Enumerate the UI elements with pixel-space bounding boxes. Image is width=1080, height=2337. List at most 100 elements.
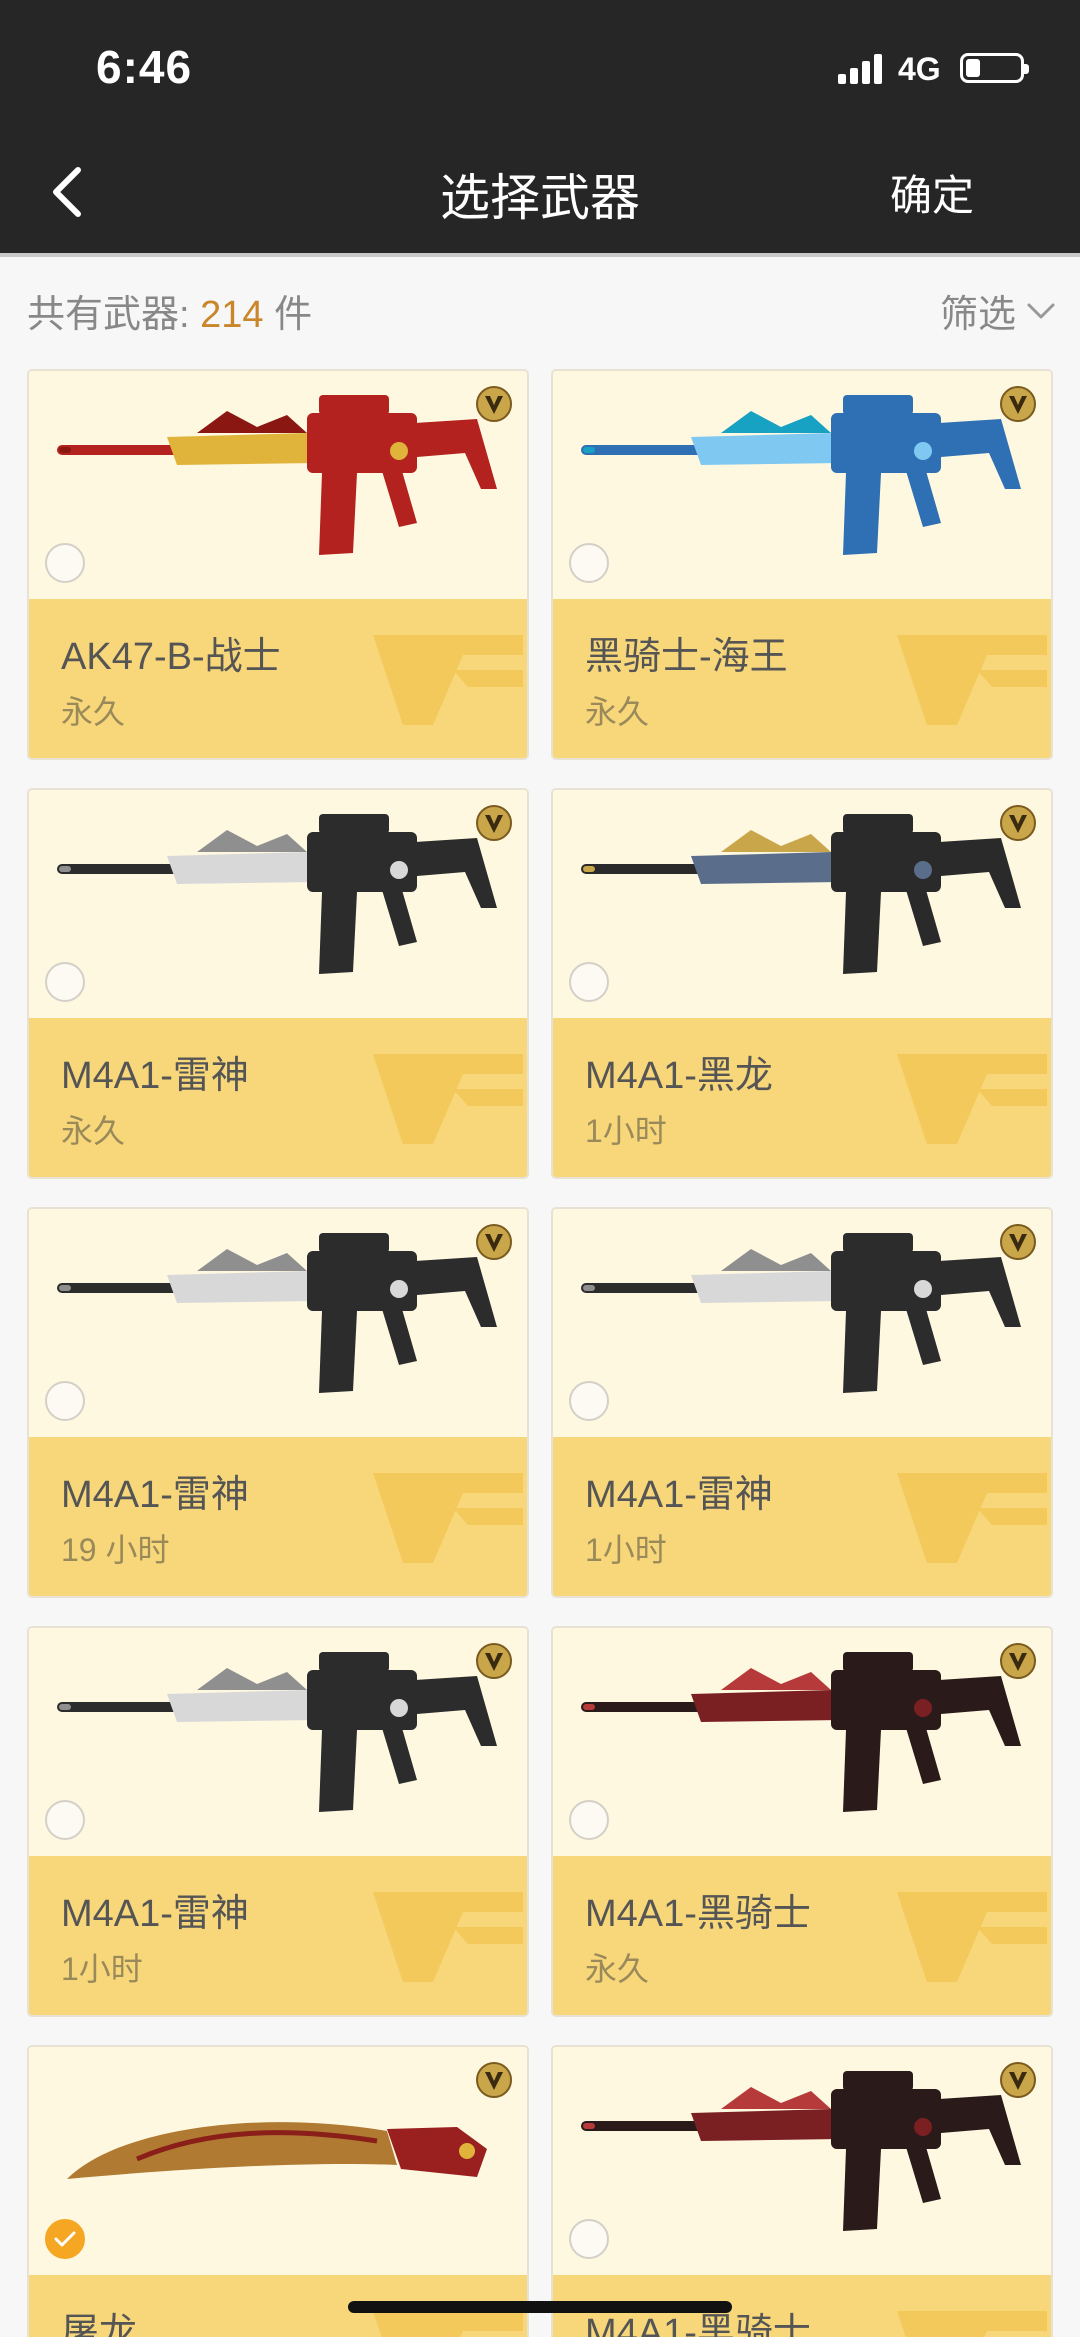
filter-label: 筛选 — [939, 294, 1016, 336]
weapon-info: M4A1-雷神 1小时 — [29, 1856, 527, 2015]
weapon-duration: 永久 — [585, 1951, 650, 1987]
weapon-count-label: 共有武器: 214 件 — [27, 283, 312, 338]
cf-logo-watermark — [373, 1054, 523, 1144]
cf-logo-watermark — [373, 635, 523, 725]
weapon-image — [581, 1652, 1021, 1812]
weapon-image-area — [553, 2047, 1051, 2275]
select-radio[interactable] — [45, 962, 85, 1002]
weapon-name: M4A1-雷神 — [585, 1474, 773, 1516]
weapon-name: M4A1-雷神 — [61, 1474, 249, 1516]
weapon-count-prefix: 共有武器: — [27, 294, 190, 336]
weapon-duration: 1小时 — [61, 1951, 143, 1987]
weapon-image-area — [29, 2047, 527, 2275]
cf-logo-watermark — [373, 1892, 523, 1982]
weapon-info: 黑骑士-海王 永久 — [553, 599, 1051, 758]
select-radio[interactable] — [569, 962, 609, 1002]
weapon-info: M4A1-雷神 永久 — [29, 1018, 527, 1177]
confirm-button[interactable]: 确定 — [890, 162, 974, 223]
cf-logo-watermark — [897, 1054, 1047, 1144]
weapon-duration: 19 小时 — [61, 1532, 170, 1568]
weapon-image-area — [29, 1628, 527, 1856]
weapon-info: M4A1-黑骑士 永久 — [553, 1856, 1051, 2015]
weapon-image-area — [29, 371, 527, 599]
weapon-image-area — [553, 371, 1051, 599]
weapon-name: M4A1-黑龙 — [585, 1055, 773, 1097]
nav-bar: 选择武器 确定 — [0, 132, 1080, 253]
select-radio[interactable] — [569, 1381, 609, 1421]
weapon-name: 黑骑士-海王 — [585, 636, 788, 678]
weapon-image — [67, 2122, 487, 2179]
status-time: 6:46 — [96, 41, 193, 93]
weapon-image — [57, 395, 497, 555]
weapon-card[interactable]: M4A1-黑骑士 — [551, 2045, 1053, 2337]
vip-badge-icon — [1000, 2062, 1036, 2098]
weapon-info: M4A1-黑龙 1小时 — [553, 1018, 1051, 1177]
select-radio[interactable] — [45, 2219, 85, 2259]
weapon-image-area — [553, 790, 1051, 1018]
weapon-image — [581, 2071, 1021, 2231]
weapon-card[interactable]: M4A1-雷神 永久 — [27, 788, 529, 1179]
select-radio[interactable] — [569, 1800, 609, 1840]
weapon-image — [57, 814, 497, 974]
weapon-image-area — [553, 1209, 1051, 1437]
weapon-name: M4A1-雷神 — [61, 1893, 249, 1935]
select-radio[interactable] — [45, 1800, 85, 1840]
select-radio[interactable] — [569, 543, 609, 583]
weapon-card[interactable]: 黑骑士-海王 永久 — [551, 369, 1053, 760]
vip-badge-icon — [1000, 805, 1036, 841]
home-indicator — [348, 2301, 732, 2313]
weapon-duration: 1小时 — [585, 1532, 667, 1568]
weapon-card[interactable]: M4A1-雷神 1小时 — [27, 1626, 529, 2017]
weapon-image-area — [553, 1628, 1051, 1856]
weapon-name: AK47-B-战士 — [61, 636, 281, 678]
signal-icon — [838, 52, 884, 84]
vip-badge-icon — [476, 2062, 512, 2098]
weapon-card[interactable]: M4A1-黑龙 1小时 — [551, 788, 1053, 1179]
weapon-image — [581, 395, 1021, 555]
vip-badge-icon — [476, 1643, 512, 1679]
vip-badge-icon — [476, 1224, 512, 1260]
weapon-duration: 永久 — [61, 694, 126, 730]
cf-logo-watermark — [897, 1473, 1047, 1563]
vip-badge-icon — [1000, 1643, 1036, 1679]
vip-badge-icon — [476, 386, 512, 422]
network-type: 4G — [898, 51, 941, 87]
weapon-duration: 永久 — [61, 1113, 126, 1149]
weapon-duration: 永久 — [585, 694, 650, 730]
weapon-image — [581, 1233, 1021, 1393]
weapon-name: M4A1-雷神 — [61, 1055, 249, 1097]
weapon-card[interactable]: M4A1-雷神 1小时 — [551, 1207, 1053, 1598]
weapon-count: 214 — [200, 294, 264, 336]
weapon-card[interactable]: M4A1-黑骑士 永久 — [551, 1626, 1053, 2017]
vip-badge-icon — [1000, 386, 1036, 422]
weapon-count-suffix: 件 — [274, 294, 313, 336]
weapon-image — [581, 814, 1021, 974]
weapon-info: M4A1-雷神 1小时 — [553, 1437, 1051, 1596]
weapon-duration: 1小时 — [585, 1113, 667, 1149]
weapon-card[interactable]: M4A1-雷神 19 小时 — [27, 1207, 529, 1598]
cf-logo-watermark — [373, 2311, 523, 2337]
weapon-name: 屠龙 — [61, 2312, 138, 2337]
weapon-image-area — [29, 1209, 527, 1437]
vip-badge-icon — [1000, 1224, 1036, 1260]
weapon-card[interactable]: AK47-B-战士 永久 — [27, 369, 529, 760]
battery-icon — [960, 53, 1029, 83]
select-radio[interactable] — [569, 2219, 609, 2259]
status-bar: 6:46 4G — [0, 0, 1080, 132]
filter-button[interactable]: 筛选 — [940, 283, 1056, 338]
select-radio[interactable] — [45, 1381, 85, 1421]
weapon-name: M4A1-黑骑士 — [585, 1893, 811, 1935]
weapon-card[interactable]: 屠龙 — [27, 2045, 529, 2337]
weapon-image-area — [29, 790, 527, 1018]
weapon-info: M4A1-雷神 19 小时 — [29, 1437, 527, 1596]
weapon-image — [57, 1652, 497, 1812]
weapon-image — [57, 1233, 497, 1393]
cf-logo-watermark — [897, 635, 1047, 725]
weapon-info: AK47-B-战士 永久 — [29, 599, 527, 758]
select-radio[interactable] — [45, 543, 85, 583]
cf-logo-watermark — [373, 1473, 523, 1563]
vip-badge-icon — [476, 805, 512, 841]
cf-logo-watermark — [897, 1892, 1047, 1982]
cf-logo-watermark — [897, 2311, 1047, 2337]
chevron-down-icon — [1027, 303, 1055, 318]
